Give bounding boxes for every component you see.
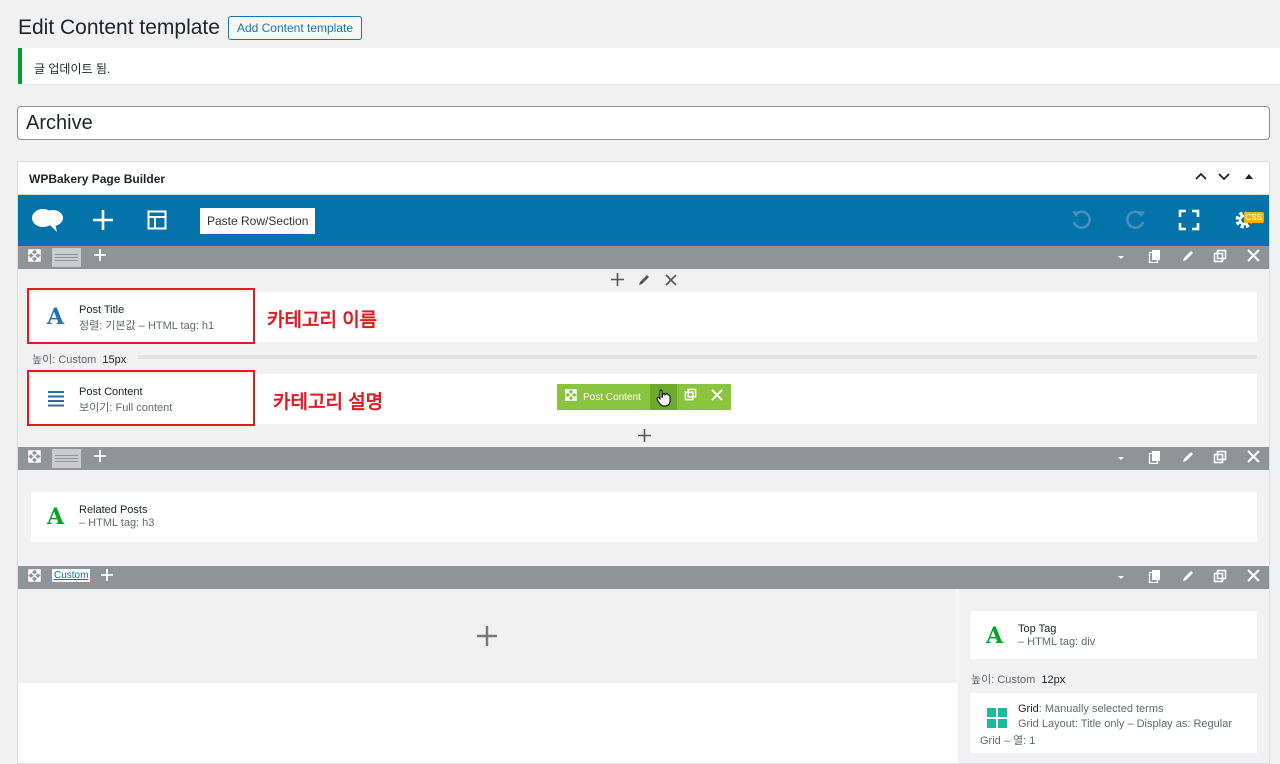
annotation-box-content bbox=[27, 370, 255, 426]
add-content-template-button[interactable]: Add Content template bbox=[227, 16, 363, 40]
annotation-box-title bbox=[27, 288, 255, 344]
settings-gear-icon[interactable]: CSS bbox=[1232, 203, 1268, 237]
wpbakery-logo-icon[interactable] bbox=[31, 206, 65, 239]
move-up-icon[interactable] bbox=[1194, 169, 1208, 186]
row-delete-icon[interactable] bbox=[1247, 249, 1260, 265]
row-copy-icon[interactable] bbox=[1148, 569, 1162, 586]
row-clone-icon[interactable] bbox=[1213, 249, 1227, 266]
element-delete-icon[interactable] bbox=[711, 388, 723, 404]
post-title-input[interactable] bbox=[17, 106, 1270, 140]
element-meta: – HTML tag: div bbox=[1018, 636, 1096, 648]
wpbakery-title: WPBakery Page Builder bbox=[29, 172, 166, 186]
row-delete-icon[interactable] bbox=[1247, 450, 1260, 466]
undo-icon[interactable] bbox=[1070, 209, 1092, 236]
grid-element[interactable]: Grid: Manually selected terms Grid Layou… bbox=[970, 693, 1257, 753]
row-1-column: A Post Title 정렬: 기본값 – HTML tag: h1 카테고리… bbox=[18, 269, 1269, 447]
annotation-label-content: 카테고리 설명 bbox=[273, 392, 384, 413]
annotation-label-title: 카테고리 이름 bbox=[267, 310, 378, 331]
column-delete-icon[interactable] bbox=[665, 273, 677, 290]
element-move-icon[interactable] bbox=[565, 388, 577, 404]
row-edit-icon[interactable] bbox=[1181, 569, 1195, 586]
row-move-icon[interactable] bbox=[28, 249, 41, 265]
add-column-icon[interactable] bbox=[100, 568, 114, 585]
spacer-element[interactable]: 높이: Custom 12px bbox=[971, 671, 1065, 687]
row-edit-icon[interactable] bbox=[1181, 249, 1195, 266]
element-name: Top Tag bbox=[1018, 623, 1057, 635]
add-element-icon[interactable] bbox=[477, 626, 497, 650]
element-hover-toolbar: Post Content bbox=[557, 384, 731, 410]
column-edit-icon[interactable] bbox=[638, 273, 651, 290]
spacer-value: 15px bbox=[102, 354, 127, 366]
paste-row-section-button[interactable]: Paste Row/Section bbox=[200, 208, 316, 234]
top-tag-element[interactable]: A Top Tag – HTML tag: div bbox=[970, 611, 1257, 659]
page-title: Edit Content template bbox=[18, 16, 220, 39]
row-controls-bar bbox=[18, 447, 1269, 470]
element-name-suffix: : Manually selected terms bbox=[1038, 703, 1164, 715]
spacer-element[interactable]: 높이: Custom 15px bbox=[32, 351, 126, 367]
page-header: Edit Content template Add Content templa… bbox=[18, 16, 363, 40]
row-toggle-icon[interactable] bbox=[1116, 450, 1126, 466]
row-toggle-icon[interactable] bbox=[1116, 569, 1126, 585]
element-edit-button[interactable] bbox=[650, 384, 677, 410]
row-layout-handle[interactable] bbox=[52, 449, 81, 468]
row-controls-bar: Custom bbox=[18, 566, 1269, 589]
element-meta-2: Grid – 열: 1 bbox=[980, 735, 1036, 747]
row-edit-icon[interactable] bbox=[1181, 450, 1195, 467]
row-move-icon[interactable] bbox=[28, 450, 41, 466]
spacer-line bbox=[138, 355, 1257, 359]
row-3-left-column bbox=[18, 589, 957, 683]
column-add-icon[interactable] bbox=[611, 273, 624, 290]
grid-icon bbox=[986, 707, 1008, 735]
spacer-value: 12px bbox=[1041, 674, 1066, 686]
element-toolbar-label: Post Content bbox=[583, 392, 641, 403]
element-name-line: Grid: Manually selected terms bbox=[1018, 703, 1164, 715]
notice-text: 글 업데이트 됨. bbox=[34, 62, 111, 76]
row-layout-handle[interactable] bbox=[52, 248, 81, 267]
row-clone-icon[interactable] bbox=[1213, 450, 1227, 467]
row-3-right-column: A Top Tag – HTML tag: div 높이: Custom 12p… bbox=[958, 589, 1269, 763]
text-a-icon: A bbox=[986, 623, 1004, 649]
fullscreen-icon[interactable] bbox=[1178, 209, 1200, 236]
add-element-below-icon[interactable] bbox=[638, 429, 651, 446]
text-a-icon: A bbox=[47, 504, 65, 530]
element-clone-icon[interactable] bbox=[684, 388, 697, 404]
element-name: Related Posts bbox=[79, 504, 148, 516]
wpbakery-toolbar: Paste Row/Section CSS bbox=[18, 195, 1269, 246]
row-delete-icon[interactable] bbox=[1247, 569, 1260, 585]
spacer-label: 높이: Custom bbox=[971, 674, 1036, 686]
spacer-label: 높이: Custom bbox=[32, 354, 97, 366]
row-copy-icon[interactable] bbox=[1148, 450, 1162, 467]
templates-icon[interactable] bbox=[147, 210, 167, 235]
row-clone-icon[interactable] bbox=[1213, 569, 1227, 586]
element-name: Grid bbox=[1018, 703, 1039, 715]
add-element-icon[interactable] bbox=[92, 209, 114, 236]
element-meta: – HTML tag: h3 bbox=[79, 517, 155, 529]
move-down-icon[interactable] bbox=[1217, 169, 1231, 186]
wpbakery-panel: WPBakery Page Builder Paste Row/Section bbox=[17, 161, 1270, 764]
update-notice: 글 업데이트 됨. bbox=[18, 48, 1280, 84]
css-badge: CSS bbox=[1243, 212, 1264, 223]
redo-icon[interactable] bbox=[1125, 209, 1147, 236]
collapse-toggle-icon[interactable] bbox=[1242, 169, 1256, 186]
row-copy-icon[interactable] bbox=[1148, 249, 1162, 266]
row-toggle-icon[interactable] bbox=[1116, 249, 1126, 265]
row-controls-bar bbox=[18, 246, 1269, 269]
add-column-icon[interactable] bbox=[93, 449, 107, 466]
row-layout-custom-tag[interactable]: Custom bbox=[52, 569, 91, 582]
wpbakery-header: WPBakery Page Builder bbox=[18, 162, 1269, 195]
add-column-icon[interactable] bbox=[93, 248, 107, 265]
row-move-icon[interactable] bbox=[28, 569, 41, 585]
row-2-column: A Related Posts – HTML tag: h3 bbox=[18, 470, 1269, 566]
element-meta: Grid Layout: Title only – Display as: Re… bbox=[1018, 718, 1232, 730]
related-posts-element[interactable]: A Related Posts – HTML tag: h3 bbox=[31, 492, 1257, 542]
